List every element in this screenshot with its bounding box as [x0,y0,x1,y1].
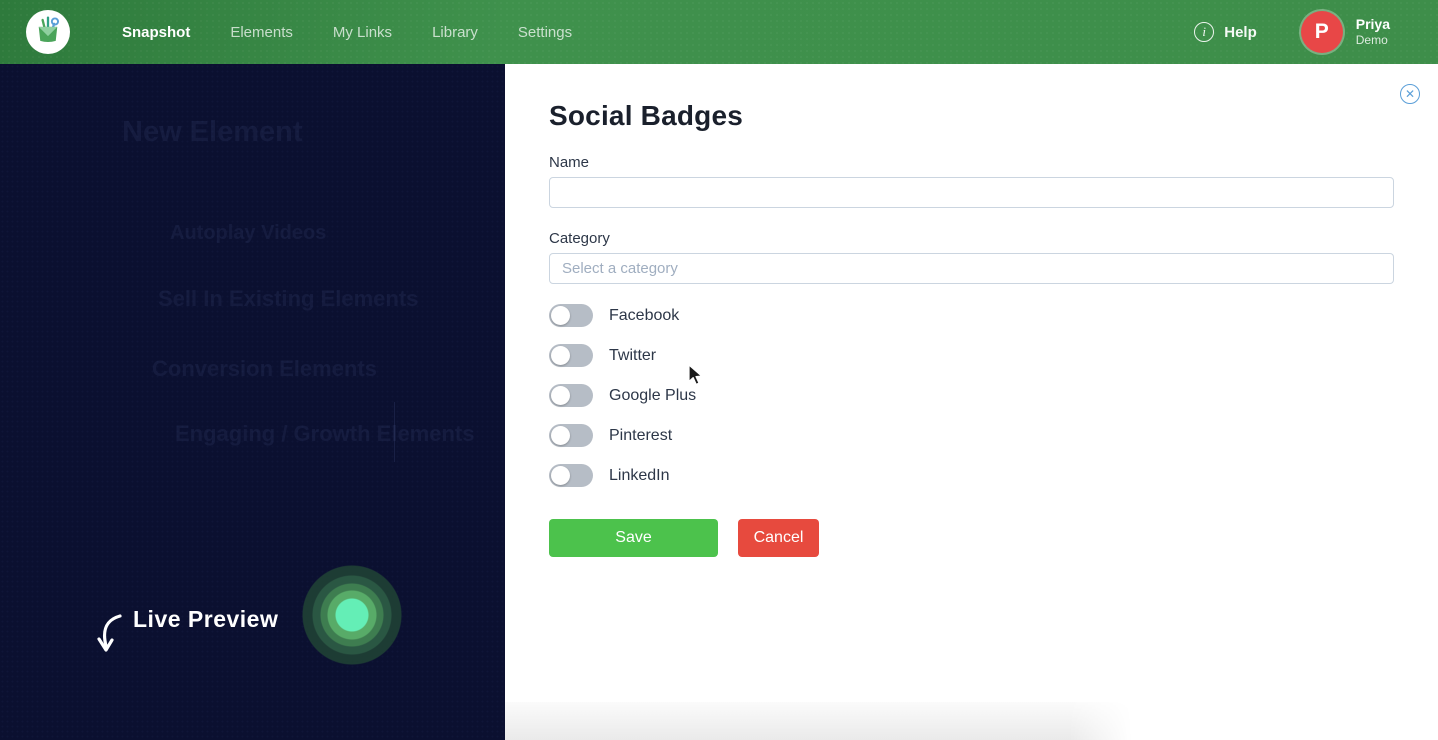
user-last-name: Demo [1355,33,1388,48]
pinterest-toggle[interactable] [549,424,593,447]
close-icon[interactable]: ✕ [1400,84,1420,104]
pinterest-toggle-label: Pinterest [609,426,673,444]
category-field-label: Category [549,230,610,247]
nav-item-settings[interactable]: Settings [518,24,572,41]
toggle-knob [551,466,570,485]
toggle-row-google-plus: Google Plus [549,384,1394,407]
toggle-row-pinterest: Pinterest [549,424,1394,447]
nav-item-elements[interactable]: Elements [230,24,293,41]
top-navbar: Snapshot Elements My Links Library Setti… [0,0,1438,64]
twitter-toggle[interactable] [549,344,593,367]
dimmed-background-pane: New Element Autoplay Videos Sell In Exis… [0,64,505,740]
ghost-line: Autoplay Videos [170,222,327,244]
facebook-toggle-label: Facebook [609,306,680,324]
nav-item-snapshot[interactable]: Snapshot [122,24,190,41]
toolbox-logo-icon [31,13,65,52]
toggle-knob [551,346,570,365]
navbar-right: i Help P Priya Demo [1194,11,1390,53]
nav-item-my-links[interactable]: My Links [333,24,392,41]
ghost-line: Conversion Elements [152,356,377,381]
google-plus-toggle-label: Google Plus [609,386,697,404]
ghost-tab-divider [394,402,395,462]
ghost-tab-label: Engaging / Growth Elements [175,421,475,446]
form-actions: Save Cancel [549,519,1394,557]
social-badges-panel: ✕ Social Badges Name Category Facebook T… [505,64,1438,740]
live-preview-glow-button[interactable] [302,565,402,665]
save-button[interactable]: Save [549,519,718,557]
bottom-sheet-edge [505,702,1132,740]
panel-title: Social Badges [549,100,744,131]
user-avatar[interactable]: P [1300,11,1343,53]
main-nav: Snapshot Elements My Links Library Setti… [122,24,572,41]
social-toggles-list: Facebook Twitter Google Plus Pinterest L… [549,304,1394,487]
cancel-button[interactable]: Cancel [738,519,819,557]
user-first-name: Priya [1355,15,1390,32]
linkedin-toggle[interactable] [549,464,593,487]
toggle-row-linkedin: LinkedIn [549,464,1394,487]
ghost-line: Sell In Existing Elements [158,286,419,311]
app-logo[interactable] [26,10,70,54]
toggle-knob [551,386,570,405]
help-label: Help [1224,23,1257,41]
google-plus-toggle[interactable] [549,384,593,407]
toggle-row-twitter: Twitter [549,344,1394,367]
nav-item-library[interactable]: Library [432,24,478,41]
info-icon: i [1194,22,1215,42]
user-name-block: Priya Demo [1356,16,1390,49]
curved-arrow-icon [94,612,126,663]
facebook-toggle[interactable] [549,304,593,327]
category-select-input[interactable] [549,253,1394,284]
linkedin-toggle-label: LinkedIn [609,466,670,484]
toggle-knob [551,426,570,445]
live-preview-label: Live Preview [133,606,279,632]
help-button[interactable]: i Help [1194,22,1257,42]
toggle-row-facebook: Facebook [549,304,1394,327]
name-field-label: Name [549,154,590,171]
avatar-initial: P [1314,20,1329,43]
mouse-cursor-icon [688,364,706,391]
toggle-knob [551,306,570,325]
name-input[interactable] [549,177,1394,208]
twitter-toggle-label: Twitter [609,346,657,364]
ghost-page-title: New Element [122,116,303,148]
